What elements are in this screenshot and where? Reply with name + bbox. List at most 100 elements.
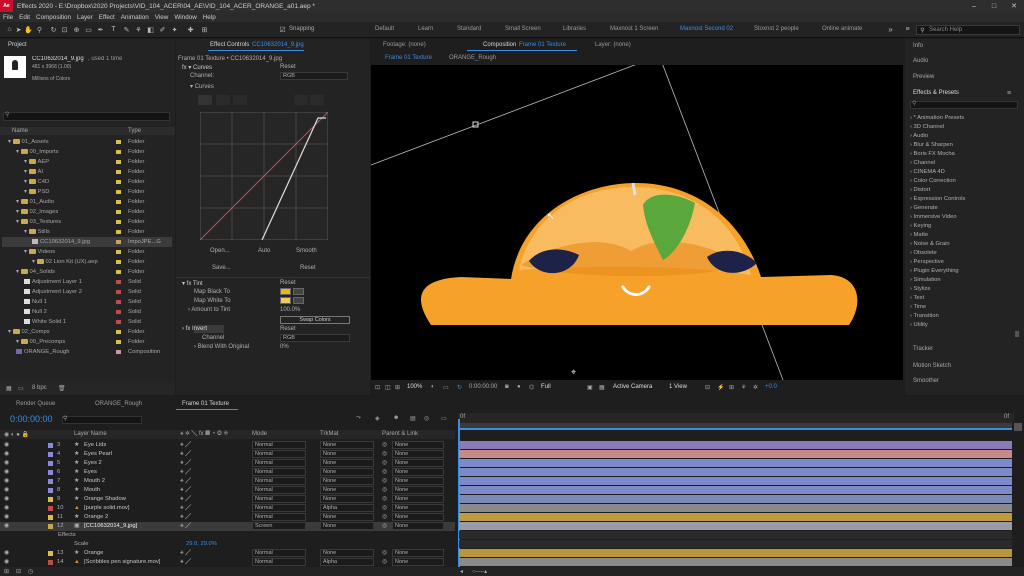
project-row[interactable]: Null 2 Solid	[2, 307, 172, 317]
zoom-out-icon[interactable]: ◂	[460, 568, 463, 575]
menu-composition[interactable]: Composition	[36, 14, 71, 21]
shy-layers-icon[interactable]: ☻	[393, 415, 399, 421]
map-black-swatch[interactable]	[280, 288, 291, 295]
eraser-tool-icon[interactable]: ◧	[146, 25, 155, 34]
fit-icon[interactable]: ▭	[443, 384, 449, 391]
anchor-point-icon[interactable]: ⌖	[571, 367, 576, 378]
effect-category[interactable]: › Perspective	[910, 259, 944, 265]
timeline-toggle-icon[interactable]: ⊞	[729, 384, 734, 391]
project-row[interactable]: ▾ AEP Folder	[2, 157, 172, 167]
project-row[interactable]: ▾ 00_Imports Folder	[2, 147, 172, 157]
layer-name[interactable]: Eyes	[84, 469, 97, 475]
pickwhip-icon[interactable]: ◎	[382, 514, 387, 520]
blend-mode-dropdown[interactable]: Normal	[252, 486, 306, 494]
label-color-swatch[interactable]	[116, 250, 121, 254]
workspace-libraries[interactable]: Libraries	[563, 26, 586, 32]
label-color-swatch[interactable]	[116, 150, 121, 154]
menu-edit[interactable]: Edit	[19, 14, 30, 21]
effect-category[interactable]: › Blur & Sharpen	[910, 142, 953, 148]
pickwhip-icon[interactable]: ◎	[382, 442, 387, 448]
orange-rough-tab[interactable]: ORANGE_Rough	[95, 401, 142, 407]
layer-switches-icon[interactable]: ⚹ ╱	[180, 478, 191, 485]
layer-duration-bar[interactable]	[459, 495, 1012, 503]
tracker-panel-tab[interactable]: Tracker	[913, 346, 933, 352]
layer-name[interactable]: Orange Shadow	[84, 496, 126, 502]
effect-category[interactable]: › Simulation	[910, 277, 941, 283]
label-color-swatch[interactable]	[116, 200, 121, 204]
project-row[interactable]: ▾ 00_Precomps Folder	[2, 337, 172, 347]
visibility-eye-icon[interactable]: ◉	[4, 478, 9, 484]
layer-name[interactable]: [CC10632014_9.jpg]	[84, 523, 137, 529]
snapshot-icon[interactable]: ◙	[505, 384, 509, 390]
parent-dropdown[interactable]: None	[392, 468, 444, 476]
home-icon[interactable]: ⌂	[5, 25, 14, 34]
pickwhip-icon[interactable]: ◎	[382, 550, 387, 556]
parent-dropdown[interactable]: None	[392, 486, 444, 494]
layer-duration-bar[interactable]	[459, 486, 1012, 494]
maximize-button[interactable]: □	[984, 0, 1004, 12]
project-row[interactable]: Null 1 Solid	[2, 297, 172, 307]
layer-name[interactable]: Mouth 2	[84, 478, 105, 484]
minimize-button[interactable]: –	[964, 0, 984, 12]
zoom-tool-icon[interactable]: ⚲	[35, 25, 44, 34]
curves-reset-link[interactable]: Reset	[280, 64, 296, 70]
layer-row[interactable]: ◉ 14 ▲ [Scribbles pen signature.mov] ⚹ ╱ Norm…	[0, 558, 455, 567]
map-white-swatch[interactable]	[280, 297, 291, 304]
label-color-swatch[interactable]	[116, 260, 121, 264]
visibility-eye-icon[interactable]: ◉	[4, 505, 9, 511]
layer-duration-bar[interactable]	[459, 522, 1012, 530]
blend-mode-dropdown[interactable]: Normal	[252, 558, 306, 566]
effects-search-input[interactable]	[910, 101, 1018, 109]
transparency-grid-icon[interactable]: ▦	[599, 384, 605, 391]
track-matte-dropdown[interactable]: Alpha	[320, 558, 374, 566]
blend-mode-dropdown[interactable]: Screen	[252, 522, 306, 530]
channel-icon[interactable]: ◐	[431, 384, 435, 390]
map-black-eyedropper-icon[interactable]	[293, 288, 304, 295]
project-row[interactable]: Adjustment Layer 2 Solid	[2, 287, 172, 297]
project-tab[interactable]: Project	[8, 42, 27, 48]
invert-channel-dropdown[interactable]: RGB	[280, 334, 350, 342]
effect-category[interactable]: › 3D Channel	[910, 124, 944, 130]
project-row[interactable]: ▾ 02_Comps Folder	[2, 327, 172, 337]
workspace-maxnost-1[interactable]: Maxnost 1 Screen	[610, 26, 658, 32]
blend-mode-dropdown[interactable]: Normal	[252, 504, 306, 512]
roto-tool-icon[interactable]: ✐	[158, 25, 167, 34]
track-matte-dropdown[interactable]: Alpha	[320, 504, 374, 512]
visibility-eye-icon[interactable]: ◉	[4, 451, 9, 457]
layer-switches-icon[interactable]: ⚹ ╱	[180, 505, 191, 512]
effect-category[interactable]: › Distort	[910, 187, 930, 193]
parent-dropdown[interactable]: None	[392, 504, 444, 512]
layer-name[interactable]: [Scribbles pen signature.mov]	[84, 559, 160, 565]
effect-category[interactable]: › Boris FX Mocha	[910, 151, 955, 157]
layer-switches-icon[interactable]: ⚹ ╱	[180, 442, 191, 449]
layer-name[interactable]: Eye Lids	[84, 442, 106, 448]
layer-label-color[interactable]	[48, 488, 53, 493]
layer-name[interactable]: Mouth	[84, 487, 100, 493]
label-color-swatch[interactable]	[116, 210, 121, 214]
label-color-swatch[interactable]	[116, 350, 121, 354]
parent-dropdown[interactable]: None	[392, 558, 444, 566]
layer-row[interactable]: ◉ 11 ★ Orange 2 ⚹ ╱ Normal None ◎ None	[0, 513, 455, 522]
col-layer-name[interactable]: Layer Name	[74, 431, 107, 437]
label-color-swatch[interactable]	[116, 280, 121, 284]
effect-category[interactable]: › Immersive Video	[910, 214, 957, 220]
preview-panel-tab[interactable]: Preview	[913, 74, 934, 80]
workspace-small-screen[interactable]: Small Screen	[505, 26, 541, 32]
label-color-swatch[interactable]	[116, 140, 121, 144]
draft-3d-icon[interactable]: ◈	[375, 415, 380, 422]
layer-switches-icon[interactable]: ⚹ ╱	[180, 460, 191, 467]
layer-row[interactable]: ◉ 13 ★ Orange ⚹ ╱ Normal None ◎ None	[0, 549, 455, 558]
layer-name[interactable]: Orange 2	[84, 514, 108, 520]
layer-switches-icon[interactable]: ⚹ ╱	[180, 523, 191, 530]
blend-mode-dropdown[interactable]: Normal	[252, 477, 306, 485]
menu-help[interactable]: Help	[203, 14, 216, 21]
curves-open-button[interactable]: Open...	[210, 248, 230, 254]
workspace-menu-icon[interactable]: ≡	[903, 25, 912, 34]
layer-label-color[interactable]	[48, 479, 53, 484]
curves-auto-button[interactable]: Auto	[258, 248, 270, 254]
track-matte-dropdown[interactable]: None	[320, 549, 374, 557]
effect-category[interactable]: › Generate	[910, 205, 938, 211]
project-search-input[interactable]	[3, 112, 170, 121]
motion-blur-icon[interactable]: ◎	[424, 415, 429, 422]
pickwhip-icon[interactable]: ◎	[382, 478, 387, 484]
